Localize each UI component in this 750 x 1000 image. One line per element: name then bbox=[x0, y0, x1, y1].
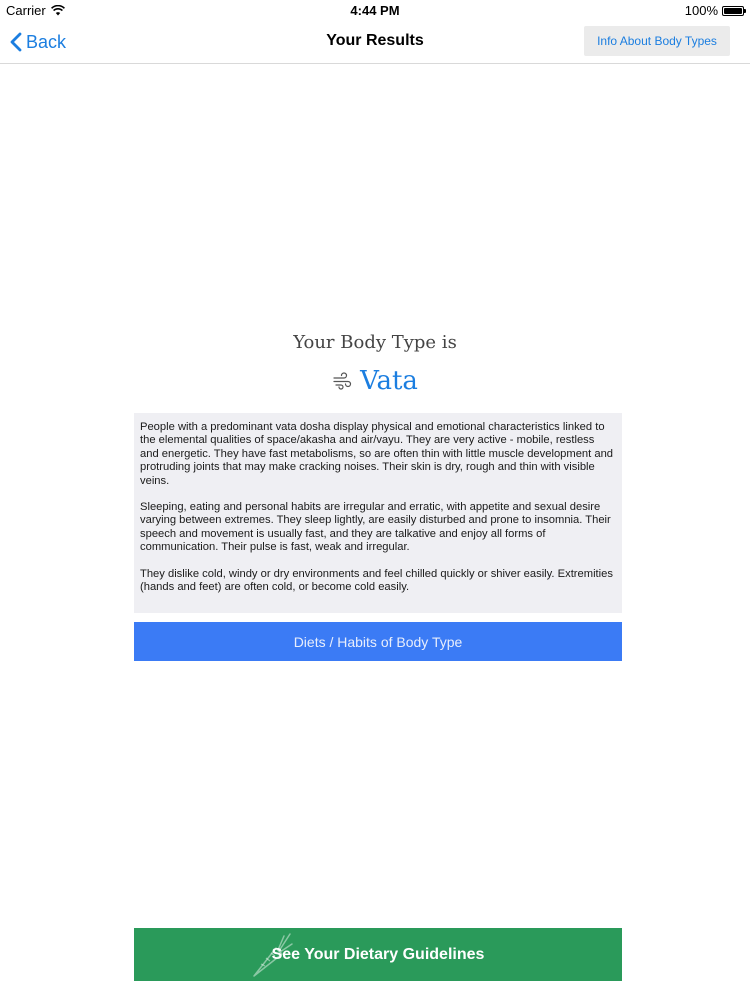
dietary-guidelines-button[interactable]: See Your Dietary Guidelines bbox=[134, 928, 622, 981]
battery-percent: 100% bbox=[684, 3, 718, 18]
description-paragraph: Sleeping, eating and personal habits are… bbox=[140, 501, 611, 554]
wind-icon bbox=[333, 372, 352, 390]
result-label: Your Body Type is bbox=[293, 332, 457, 353]
description-paragraph: They dislike cold, windy or dry environm… bbox=[140, 567, 613, 594]
body-type-description[interactable]: People with a predominant vata dosha dis… bbox=[134, 413, 622, 613]
status-bar: Carrier 4:44 PM 100% bbox=[0, 0, 750, 20]
guidelines-label: See Your Dietary Guidelines bbox=[271, 945, 485, 963]
status-time: 4:44 PM bbox=[350, 3, 400, 18]
result-row: Vata bbox=[0, 366, 750, 396]
diets-habits-button[interactable]: Diets / Habits of Body Type bbox=[134, 622, 622, 661]
battery-icon bbox=[722, 5, 746, 16]
info-about-body-types-button[interactable]: Info About Body Types bbox=[584, 26, 730, 56]
status-right: 100% bbox=[684, 3, 746, 18]
battery-fill bbox=[724, 7, 742, 14]
description-paragraph: People with a predominant vata dosha dis… bbox=[140, 421, 614, 487]
body-type-value: Vata bbox=[360, 366, 418, 396]
navigation-bar: Back Your Results Info About Body Types bbox=[0, 20, 750, 64]
